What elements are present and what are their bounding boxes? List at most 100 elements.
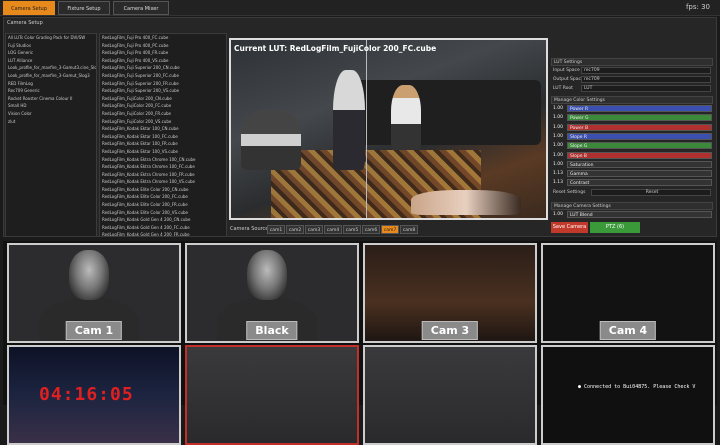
lut-file-item[interactable]: RedLogFilm_Kodak Elite Color 200_FR.cube (100, 201, 226, 209)
color-slider-slope-r[interactable]: 1.00 Slope R (551, 132, 713, 141)
slider-track[interactable]: Power R (567, 105, 712, 112)
slider-track[interactable]: Power G (567, 114, 712, 122)
color-slider-slope-g[interactable]: 1.00 Slope G (551, 142, 713, 150)
grid-cell-1[interactable]: Cam 1 (7, 243, 181, 343)
preview-sofa (341, 80, 541, 145)
slider-label: Gamma (570, 172, 588, 178)
lut-file-item[interactable]: RedLogFilm_Kodak Ektar 100_FR.cube (100, 140, 226, 148)
lut-file-item[interactable]: RedLogFilm_Fuji Superior 200_CN.cube (100, 64, 226, 72)
ptz-button[interactable]: PTZ (6) (590, 222, 640, 233)
color-slider-gamma[interactable]: 1.13 Gamma (551, 170, 713, 178)
panel-title: Camera Setup (7, 20, 43, 26)
lut-file-item[interactable]: RedLogFilm_FujiColor 200_FR.cube (100, 110, 226, 118)
grid-cell-7[interactable] (363, 345, 537, 445)
lut-file-item[interactable]: RedLogFilm_Fuji Superior 200_VS.cube (100, 87, 226, 95)
lut-file-item[interactable]: RedLogFilm_FujiColor 200_FC.cube (100, 102, 226, 110)
split-line[interactable] (366, 40, 367, 218)
camera-source-cam7[interactable]: cam7 (381, 225, 399, 234)
lut-file-item[interactable]: RedLogFilm_Kodak Elite Color 200_FC.cube (100, 193, 226, 201)
lut-file-item[interactable]: RedLogFilm_Kodak Ektar 100_FC.cube (100, 133, 226, 141)
lut-file-item[interactable]: RedLogFilm_FujiColor 200_VS.cube (100, 118, 226, 126)
lut-group-list[interactable]: All LUTs Color Grading Pack for DVI/SW Fu… (5, 33, 97, 237)
lut-file-item[interactable]: RedLogFilm_Kodak Ektra Chrome 100_VS.cub… (100, 178, 226, 186)
slider-track[interactable]: Saturation (567, 160, 712, 168)
lut-file-item[interactable]: RedLogFilm_Kodak Ektra Chrome 100_CN.cub… (100, 156, 226, 164)
input-space-select[interactable]: rec709 (581, 67, 711, 74)
lut-file-item[interactable]: RedLogFilm_FujiColor 200_CN.cube (100, 95, 226, 103)
slider-value: 1.00 (553, 161, 564, 167)
camera-source-cam4[interactable]: cam4 (324, 225, 342, 234)
camera-source-cam6[interactable]: cam6 (362, 225, 380, 234)
lut-root-field[interactable]: LUT (581, 85, 711, 92)
lut-group-item[interactable]: Small HD (6, 102, 96, 110)
slider-label: Slope G (570, 144, 588, 150)
grid-cell-4[interactable]: Cam 4 (541, 243, 715, 343)
lut-file-item[interactable]: RedLogFilm_Kodak Gold Gen 4 200_FR.cube (100, 231, 226, 236)
reset-settings-row: Reset Settings Reset (551, 189, 713, 197)
slider-track[interactable]: Contrast (567, 179, 712, 187)
lut-group-item[interactable]: Fuji Studios (6, 42, 96, 50)
lut-file-item[interactable]: RedLogFilm_Kodak Gold Gen 4 200_CN.cube (100, 216, 226, 224)
lut-file-list[interactable]: RedLogFilm_Fuji Pro 400_FC.cube RedLogFil… (99, 33, 227, 237)
grid-cell-8[interactable] (541, 345, 715, 445)
grid-cell-5[interactable]: 04:16:05 (7, 345, 181, 445)
lut-file-item[interactable]: RedLogFilm_Kodak Ektar 100_VS.cube (100, 148, 226, 156)
reset-button[interactable]: Reset (591, 189, 711, 196)
lut-group-item[interactable]: LUT Alliance (6, 57, 96, 65)
lut-file-item[interactable]: RedLogFilm_Fuji Pro 400_PC.cube (100, 42, 226, 50)
slider-label: Contrast (570, 181, 590, 187)
color-slider-power-b[interactable]: 1.00 Power B (551, 123, 713, 132)
color-slider-power-r[interactable]: 1.00 Power R (551, 105, 713, 113)
color-slider-slope-b[interactable]: 1.00 Slope B (551, 151, 713, 160)
camera-source-cam8[interactable]: cam8 (400, 225, 418, 234)
lut-root-label: LUT Root (553, 86, 573, 91)
top-bar: Camera Setup Fixture Setup Camera Mixer … (0, 0, 720, 16)
color-slider-saturation[interactable]: 1.00 Saturation (551, 160, 713, 169)
color-slider-contrast[interactable]: 1.13 Contrast (551, 179, 713, 187)
lut-blend-label: LUT Blend (570, 213, 593, 218)
lut-file-item[interactable]: RedLogFilm_Kodak Elite Color 200_CN.cube (100, 186, 226, 194)
camera-source-cam2[interactable]: cam2 (286, 225, 304, 234)
camera-source-cam5[interactable]: cam5 (343, 225, 361, 234)
grid-cell-6[interactable] (185, 345, 359, 445)
lut-file-item[interactable]: RedLogFilm_Kodak Elite Color 200_VS.cube (100, 209, 226, 217)
lut-group-item[interactable]: LOG Generic (6, 49, 96, 57)
tab-fixture-setup[interactable]: Fixture Setup (58, 1, 110, 15)
color-slider-power-g[interactable]: 1.00 Power G (551, 114, 713, 122)
slider-track[interactable]: Power B (567, 123, 712, 131)
slider-track[interactable]: Slope B (567, 151, 712, 159)
grid-cell-3[interactable]: Cam 3 (363, 243, 537, 343)
lut-file-item[interactable]: RedLogFilm_Fuji Superior 200_FR.cube (100, 80, 226, 88)
lut-file-item[interactable]: RedLogFilm_Kodak Ektar 100_CN.cube (100, 125, 226, 133)
lut-group-item[interactable]: Vision Color (6, 110, 96, 118)
slider-track[interactable]: Slope G (567, 142, 712, 150)
slider-label: Power G (570, 116, 589, 122)
lut-file-item[interactable]: RedLogFilm_Kodak Ektra Chrome 100_FR.cub… (100, 171, 226, 179)
save-camera-button[interactable]: Save Camera (551, 222, 588, 233)
lut-file-item[interactable]: RedLogFilm_Fuji Pro 400_FR.cube (100, 49, 226, 57)
grid-cell-2[interactable]: Black (185, 243, 359, 343)
lut-group-item[interactable]: Look_profile_for_mavfire_3-Gamut3.cine_S… (6, 64, 96, 72)
lut-file-item[interactable]: RedLogFilm_Fuji Pro 400_FC.cube (100, 34, 226, 42)
lut-file-item[interactable]: RedLogFilm_Kodak Gold Gen 4 200_FC.cube (100, 224, 226, 232)
lut-group-item[interactable]: Rocket Rooster Cinema Colour II (6, 95, 96, 103)
lut-file-item[interactable]: RedLogFilm_Fuji Superior 200_FC.cube (100, 72, 226, 80)
lut-file-item[interactable]: RedLogFilm_Kodak Ektra Chrome 100_FC.cub… (100, 163, 226, 171)
camera-source-cam3[interactable]: cam3 (305, 225, 323, 234)
lut-group-item[interactable]: RED FilmLog (6, 80, 96, 88)
lut-group-item[interactable]: All LUTs Color Grading Pack for DVI/SW (6, 34, 96, 42)
tab-camera-setup[interactable]: Camera Setup (3, 1, 55, 15)
color-settings-header: Manage Color Settings (551, 96, 713, 104)
lut-file-item[interactable]: RedLogFilm_Fuji Pro 400_VS.cube (100, 57, 226, 65)
slider-track[interactable]: Slope R (567, 132, 712, 140)
camera-source-cam1[interactable]: cam1 (267, 225, 285, 234)
slider-value: 1.00 (553, 106, 564, 111)
lut-group-item[interactable]: Look_profile_for_mavfire_3-Gamut_Slog3 (6, 72, 96, 80)
tab-camera-mixer[interactable]: Camera Mixer (113, 1, 169, 15)
preview-person-lying (411, 190, 521, 215)
slider-track[interactable]: Gamma (567, 170, 712, 178)
output-space-select[interactable]: rec709 (581, 76, 711, 83)
lut-group-item[interactable]: Rec709 Generic (6, 87, 96, 95)
lut-blend-slider[interactable]: 1.00 LUT Blend (551, 211, 713, 219)
lut-group-item[interactable]: zlut (6, 118, 96, 126)
